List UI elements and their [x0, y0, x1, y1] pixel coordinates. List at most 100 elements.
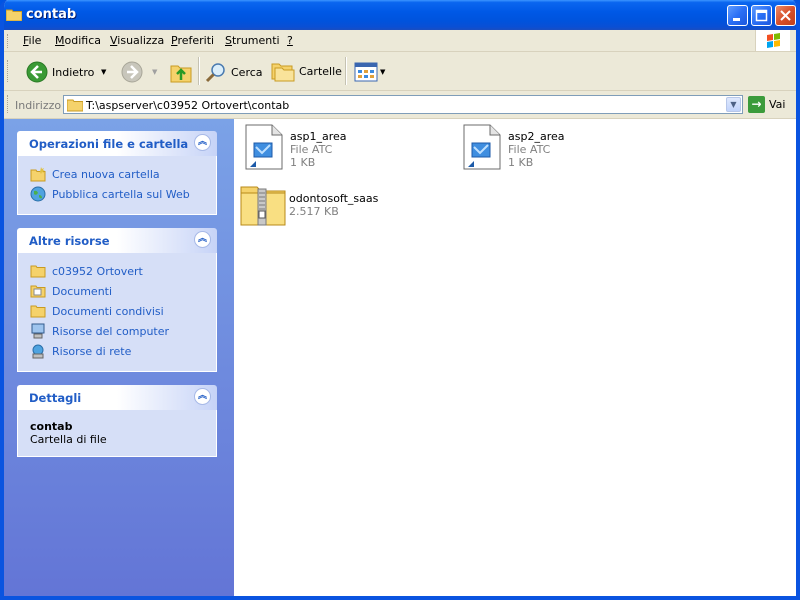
- address-input[interactable]: T:\aspserver\c03952 Ortovert\contab ▼: [63, 95, 743, 114]
- collapse-chevron-icon[interactable]: ︽: [194, 231, 211, 248]
- collapse-chevron-icon[interactable]: ︽: [194, 134, 211, 151]
- place-label: Risorse del computer: [52, 324, 170, 338]
- search-label: Cerca: [231, 65, 263, 79]
- file-type: File ATC: [290, 143, 333, 156]
- details-name: contab: [30, 420, 73, 433]
- place-shared-documents[interactable]: Documenti condivisi: [30, 301, 204, 321]
- close-button[interactable]: [775, 5, 796, 26]
- views-dropdown-icon[interactable]: ▼: [380, 68, 385, 76]
- menu-preferiti[interactable]: Preferiti: [171, 34, 214, 47]
- task-new-folder[interactable]: Crea nuova cartella: [30, 164, 204, 184]
- forward-dropdown-icon[interactable]: ▼: [152, 68, 157, 76]
- back-button[interactable]: Indietro: [26, 61, 94, 83]
- go-button[interactable]: → Vai: [748, 96, 785, 113]
- file-list[interactable]: asp1_area File ATC 1 KB asp2_area File A…: [234, 119, 796, 596]
- menu-strumenti[interactable]: Strumenti: [225, 34, 280, 47]
- windows-flag-icon: [767, 33, 780, 48]
- place-label: c03952 Ortovert: [52, 264, 143, 278]
- windows-logo: [755, 30, 790, 51]
- place-label: Risorse di rete: [52, 344, 132, 358]
- address-label: Indirizzo: [15, 99, 62, 112]
- menu-bar: File Modifica Visualizza Preferiti Strum…: [4, 30, 796, 52]
- menu-help[interactable]: ?: [287, 34, 293, 47]
- back-label: Indietro: [52, 65, 95, 79]
- go-label: Vai: [769, 98, 786, 111]
- file-item[interactable]: asp1_area File ATC 1 KB: [240, 123, 346, 171]
- zip-folder-icon: [239, 179, 287, 227]
- computer-icon: [31, 323, 45, 339]
- panel-title: Operazioni file e cartella: [29, 137, 189, 151]
- atc-file-icon: [240, 123, 288, 171]
- folder-icon: [30, 265, 46, 278]
- place-parent-folder[interactable]: c03952 Ortovert: [30, 261, 204, 281]
- collapse-chevron-icon[interactable]: ︽: [194, 388, 211, 405]
- folder-icon: [6, 9, 22, 21]
- folder-icon: [67, 99, 83, 112]
- place-label: Documenti condivisi: [52, 304, 164, 318]
- folders-icon: [271, 63, 295, 82]
- back-dropdown-icon[interactable]: ▼: [101, 68, 106, 76]
- folders-label: Cartelle: [299, 64, 342, 78]
- menu-file[interactable]: File: [23, 34, 41, 47]
- file-name: asp2_area: [508, 130, 565, 143]
- forward-button[interactable]: [121, 61, 143, 83]
- documents-folder-icon: [30, 285, 46, 298]
- go-arrow-icon: →: [748, 96, 765, 113]
- menu-modifica[interactable]: Modifica: [55, 34, 101, 47]
- panel-file-operations: Operazioni file e cartella ︽ Crea nuova …: [17, 131, 217, 215]
- address-path: T:\aspserver\c03952 Ortovert\contab: [86, 99, 290, 112]
- panel-details: Dettagli ︽ contab Cartella di file: [17, 385, 217, 457]
- file-name: asp1_area: [290, 130, 347, 143]
- file-item[interactable]: odontosoft_saas 2.517 KB: [239, 179, 378, 227]
- task-pane: Operazioni file e cartella ︽ Crea nuova …: [4, 119, 234, 596]
- file-type: File ATC: [508, 143, 551, 156]
- menu-visualizza[interactable]: Visualizza: [110, 34, 164, 47]
- back-arrow-icon: [26, 61, 48, 83]
- panel-header[interactable]: Altre risorse ︽: [17, 228, 217, 253]
- panel-title: Dettagli: [29, 391, 82, 405]
- forward-arrow-icon: [121, 61, 143, 83]
- panel-title: Altre risorse: [29, 234, 110, 248]
- minimize-button[interactable]: [727, 5, 748, 26]
- file-size: 1 KB: [290, 156, 316, 169]
- panel-header[interactable]: Operazioni file e cartella ︽: [17, 131, 217, 156]
- shared-folder-icon: [30, 305, 46, 318]
- title-bar[interactable]: contab: [4, 0, 796, 30]
- atc-file-icon: [458, 123, 506, 171]
- details-type: Cartella di file: [30, 433, 107, 446]
- address-bar: Indirizzo T:\aspserver\c03952 Ortovert\c…: [4, 91, 796, 119]
- place-label: Documenti: [52, 284, 113, 298]
- panel-header[interactable]: Dettagli ︽: [17, 385, 217, 410]
- globe-icon: [30, 186, 46, 202]
- toolbar: Indietro ▼ ▼ Cerca Cartelle ▼: [4, 52, 796, 91]
- explorer-window: contab File Modifica Visualizza Preferit…: [0, 0, 800, 600]
- search-icon: [205, 63, 225, 83]
- network-icon: [32, 344, 44, 359]
- file-item[interactable]: asp2_area File ATC 1 KB: [458, 123, 564, 171]
- up-folder-button[interactable]: [169, 60, 193, 84]
- search-button[interactable]: Cerca: [205, 61, 263, 83]
- maximize-button[interactable]: [751, 5, 772, 26]
- toolbar-grip: [7, 60, 11, 82]
- panel-other-places: Altre risorse ︽ c03952 Ortovert Document…: [17, 228, 217, 372]
- minimize-icon: [733, 18, 740, 21]
- toolbar-separator: [198, 57, 200, 85]
- views-icon: [354, 62, 378, 82]
- address-grip: [7, 95, 11, 113]
- file-size: 2.517 KB: [289, 205, 339, 218]
- new-folder-icon: [30, 167, 46, 182]
- place-documents[interactable]: Documenti: [30, 281, 204, 301]
- window-bottom-border: [0, 596, 800, 600]
- close-icon: [780, 10, 791, 21]
- address-dropdown-button[interactable]: ▼: [726, 97, 741, 112]
- views-button[interactable]: [354, 61, 378, 83]
- folder-up-icon: [170, 65, 192, 83]
- place-my-computer[interactable]: Risorse del computer: [30, 321, 204, 341]
- file-size: 1 KB: [508, 156, 534, 169]
- folders-button[interactable]: Cartelle: [271, 60, 342, 82]
- task-publish-web[interactable]: Pubblica cartella sul Web: [30, 184, 204, 204]
- file-name: odontosoft_saas: [289, 192, 379, 205]
- place-network[interactable]: Risorse di rete: [30, 341, 204, 361]
- task-label: Pubblica cartella sul Web: [52, 187, 190, 201]
- maximize-icon: [755, 9, 768, 22]
